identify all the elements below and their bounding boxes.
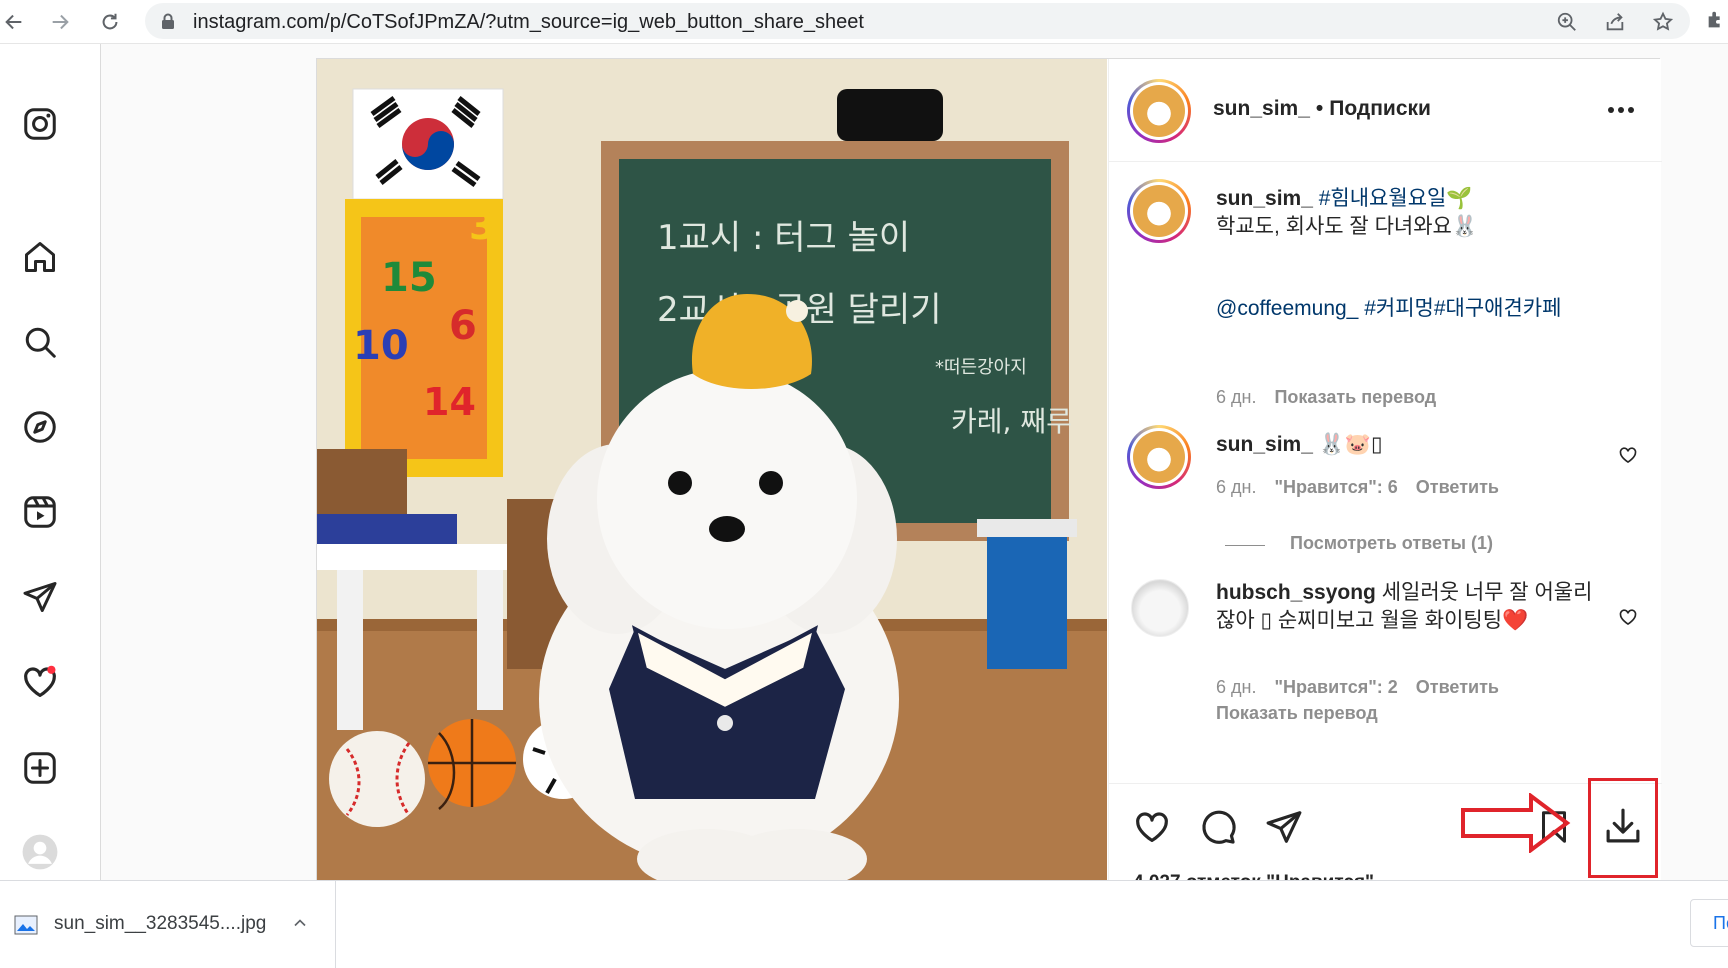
chalk-line-1: 1교시 : 터그 놀이 [657, 218, 910, 258]
view-replies-link[interactable]: Посмотреть ответы (1) [1290, 533, 1493, 554]
comment-2-username[interactable]: hubsch_ssyong [1216, 581, 1376, 604]
comment-1-username[interactable]: sun_sim_ [1216, 433, 1313, 456]
comment-2-text: hubsch_ssyong 세일러웃 너무 잘 어울리잖아 ▯ 순찌미보고 월을… [1216, 579, 1596, 635]
lock-icon[interactable] [161, 13, 175, 34]
caption-time[interactable]: 6 дн. [1216, 387, 1256, 407]
download-item[interactable]: sun_sim__3283545....jpg [0, 881, 336, 968]
share-paper-plane-icon[interactable] [1263, 806, 1305, 848]
replies-divider [1225, 545, 1265, 546]
downloads-bar: sun_sim__3283545....jpg Показать все [0, 880, 1728, 968]
image-file-icon [14, 915, 38, 940]
comment-2-like-heart-icon[interactable] [1616, 605, 1640, 629]
comment-2-likes[interactable]: "Нравится": 2 [1274, 677, 1397, 697]
direct-messages-icon[interactable] [20, 577, 60, 617]
url-text[interactable]: instagram.com/p/CoTSofJPmZA/?utm_source=… [193, 11, 864, 34]
comment-2: hubsch_ssyong 세일러웃 너무 잘 어울리잖아 ▯ 순찌미보고 월을… [1109, 579, 1662, 789]
caption-hashtag[interactable]: #힘내요월요일🌱 [1319, 187, 1473, 210]
comment-1-text: sun_sim_ 🐰🐷▯ [1216, 431, 1596, 459]
comment-1-time[interactable]: 6 дн. [1216, 477, 1256, 497]
forward-arrow-icon[interactable] [46, 8, 74, 36]
annotation-arrow-icon [1460, 792, 1572, 858]
frame-number-15: 15 [381, 255, 437, 301]
profile-avatar-icon[interactable] [20, 832, 60, 872]
share-icon[interactable] [1602, 9, 1628, 35]
zoom-icon[interactable] [1554, 9, 1580, 35]
chalk-note-1: *떠든강아지 [935, 357, 1027, 378]
comment-2-avatar[interactable] [1131, 579, 1189, 637]
caption-hashtags[interactable]: #커피멍#대구애견카페 [1364, 297, 1561, 320]
chalk-note-2: 카레, 째루 [951, 405, 1072, 438]
post-actions-bar: 4 027 отметок "Нравится" [1109, 778, 1662, 893]
caption-text: sun_sim_ #힘내요월요일🌱 학교도, 회사도 잘 다녀와요🐰 [1216, 185, 1616, 241]
comment-2-reply-link[interactable]: Ответить [1416, 677, 1499, 697]
comment-1: sun_sim_ 🐰🐷▯ 6 дн. "Нравится": 6 Ответить … [1109, 419, 1662, 599]
extensions-puzzle-icon[interactable] [1705, 9, 1727, 36]
caption-username[interactable]: sun_sim_ [1216, 187, 1313, 210]
author-avatar[interactable] [1127, 79, 1191, 143]
comment-2-translate-link[interactable]: Показать перевод [1216, 703, 1378, 724]
instagram-logo-icon[interactable] [20, 104, 60, 144]
show-all-downloads-button[interactable]: Показать все [1690, 899, 1728, 947]
browser-toolbar: instagram.com/p/CoTSofJPmZA/?utm_source=… [0, 0, 1728, 44]
frame-number-10: 10 [353, 323, 409, 369]
post-details-panel: sun_sim_ • Подписки sun_sim_ #힘내요월요일🌱 학교도,… [1108, 59, 1662, 893]
caption-meta: 6 дн. Показать перевод [1216, 387, 1436, 408]
comment-1-meta: 6 дн. "Нравится": 6 Ответить [1216, 477, 1499, 498]
home-icon[interactable] [20, 237, 60, 277]
frame-number-6: 6 [449, 303, 477, 349]
caption-mention[interactable]: @coffeemung_ [1216, 297, 1358, 320]
download-icon[interactable] [1602, 805, 1644, 852]
create-post-plus-icon[interactable] [20, 748, 60, 788]
download-filename[interactable]: sun_sim__3283545....jpg [54, 913, 266, 935]
comment-2-time[interactable]: 6 дн. [1216, 677, 1256, 697]
post-header: sun_sim_ • Подписки [1109, 59, 1662, 162]
address-bar[interactable]: instagram.com/p/CoTSofJPmZA/?utm_source=… [145, 3, 1690, 39]
bookmark-star-icon[interactable] [1650, 9, 1676, 35]
comment-1-body: 🐰🐷▯ [1318, 433, 1383, 456]
download-button-highlight[interactable] [1588, 778, 1658, 878]
post-author-line: sun_sim_ • Подписки [1213, 97, 1431, 121]
svg-text:3: 3 [469, 204, 495, 248]
reels-icon[interactable] [20, 492, 60, 532]
header-separator: • [1315, 97, 1324, 120]
back-arrow-icon[interactable] [0, 8, 28, 36]
post-modal: 3 15 6 10 14 1교시 : 터그 놀이 2교시 : 공원 달리기 *떠… [316, 58, 1662, 893]
instagram-sidebar [0, 44, 101, 880]
caption-translate-link[interactable]: Показать перевод [1274, 387, 1436, 407]
comment-2-meta: 6 дн. "Нравится": 2 Ответить [1216, 677, 1499, 698]
caption-tags: @coffeemung_ #커피멍#대구애견카페 [1216, 295, 1596, 323]
comment-1-likes[interactable]: "Нравится": 6 [1274, 477, 1397, 497]
like-heart-icon[interactable] [1131, 806, 1173, 848]
chevron-up-icon[interactable] [290, 913, 310, 938]
caption-line2: 학교도, 회사도 잘 다녀와요🐰 [1216, 215, 1479, 238]
comment-1-reply-link[interactable]: Ответить [1416, 477, 1499, 497]
more-options-icon[interactable] [1606, 95, 1636, 125]
post-author-username[interactable]: sun_sim_ [1213, 97, 1310, 120]
main-content: 3 15 6 10 14 1교시 : 터그 놀이 2교시 : 공원 달리기 *떠… [101, 44, 1728, 893]
notifications-heart-icon[interactable] [20, 662, 60, 702]
comment-1-avatar[interactable] [1127, 425, 1191, 489]
post-photo[interactable]: 3 15 6 10 14 1교시 : 터그 놀이 2교시 : 공원 달리기 *떠… [317, 59, 1107, 881]
caption-author-avatar[interactable] [1127, 179, 1191, 243]
search-icon[interactable] [20, 322, 60, 362]
following-button[interactable]: Подписки [1329, 97, 1431, 120]
reload-icon[interactable] [96, 8, 124, 36]
frame-number-14: 14 [423, 380, 476, 424]
frame-number-3: 3 [469, 204, 495, 248]
comment-bubble-icon[interactable] [1197, 806, 1239, 848]
post-caption: sun_sim_ #힘내요월요일🌱 학교도, 회사도 잘 다녀와요🐰 @coff… [1109, 169, 1662, 419]
explore-compass-icon[interactable] [20, 407, 60, 447]
comment-1-like-heart-icon[interactable] [1616, 443, 1640, 467]
